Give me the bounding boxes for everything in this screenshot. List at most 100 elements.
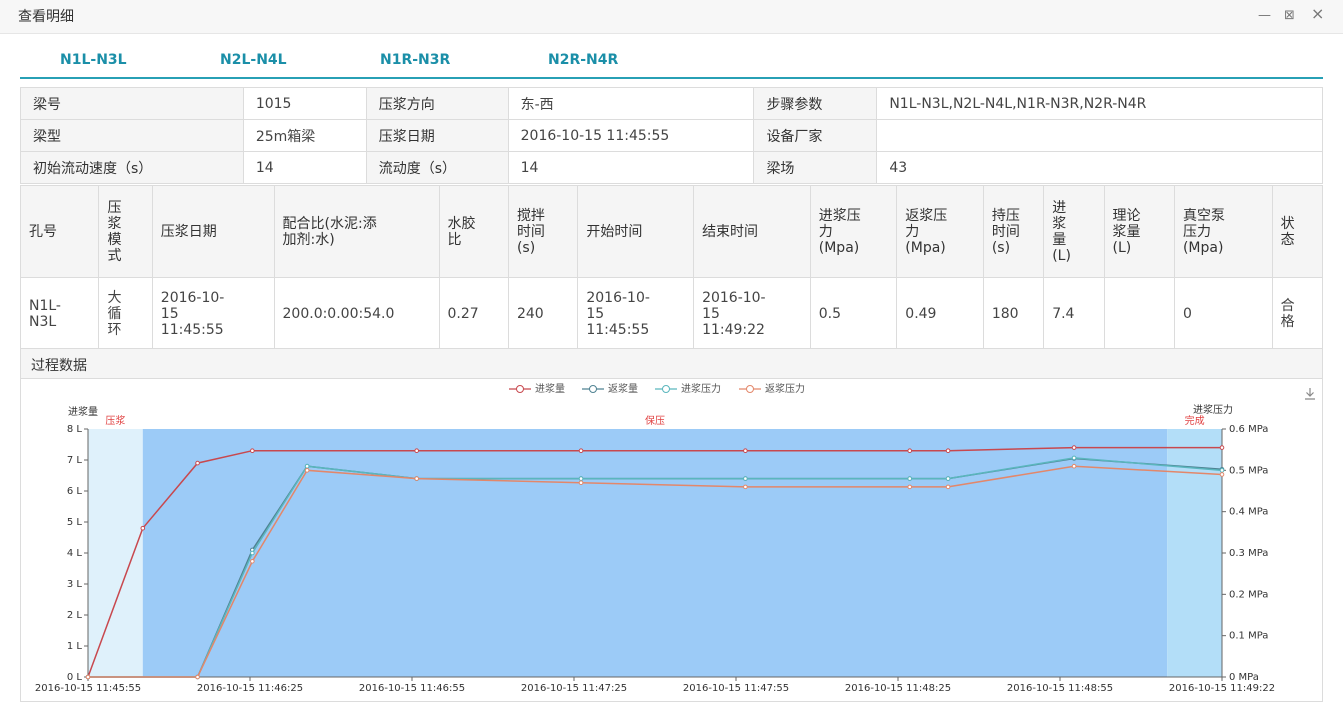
cell-end: 2016-10- 15 11:49:22 bbox=[693, 277, 811, 350]
left-tick-label: 5 L bbox=[67, 517, 83, 528]
x-tick-label: 2016-10-15 11:47:25 bbox=[521, 683, 627, 694]
left-axis-title: 进浆量 bbox=[68, 405, 98, 418]
step-params-label: 步骤参数 bbox=[753, 87, 878, 120]
left-tick-label: 6 L bbox=[67, 486, 83, 497]
cell-in-pressure: 0.5 bbox=[809, 277, 898, 350]
window-title: 查看明细 bbox=[18, 9, 74, 25]
col-stir: 搅拌 时间 (s) bbox=[507, 185, 579, 278]
col-hole: 孔号 bbox=[19, 185, 100, 278]
series-point bbox=[250, 448, 255, 453]
col-theory: 理论 浆量 (L) bbox=[1103, 185, 1175, 278]
cell-vacuum: 0 bbox=[1173, 277, 1273, 350]
series-point bbox=[945, 448, 951, 453]
grout-date-value: 2016-10-15 11:45:55 bbox=[507, 119, 755, 152]
left-tick-label: 8 L bbox=[67, 424, 83, 435]
left-tick-label: 2 L bbox=[67, 610, 83, 621]
grout-date-label: 压浆日期 bbox=[365, 119, 509, 152]
process-data-panel: 过程数据 压浆 保压 完成 进浆量 进浆压力 0 L1 L2 L3 L4 L5 L6 L… bbox=[20, 348, 1323, 702]
legend-label: 进浆压力 bbox=[681, 382, 721, 395]
series-point bbox=[945, 484, 951, 490]
cell-start: 2016-10- 15 11:45:55 bbox=[577, 277, 695, 350]
phase-label: 保压 bbox=[645, 414, 665, 427]
col-status: 状 态 bbox=[1271, 185, 1324, 278]
left-tick-label: 7 L bbox=[67, 455, 83, 466]
series-point bbox=[945, 476, 951, 481]
right-tick-label: 0.5 MPa bbox=[1229, 465, 1268, 476]
detail-header-row: 孔号 压 浆 模 式 压浆日期 配合比(水泥:添 加剂:水) 水胶 比 搅拌 时… bbox=[19, 185, 1324, 278]
series-point bbox=[304, 468, 310, 473]
x-tick-label: 2016-10-15 11:47:55 bbox=[683, 683, 789, 694]
beam-info-table: 梁号 1015 压浆方向 东-西 步骤参数 N1L-N3L,N2L-N4L,N1… bbox=[20, 87, 1323, 184]
minimize-icon[interactable]: — bbox=[1258, 9, 1271, 23]
legend-label: 返浆量 bbox=[608, 382, 638, 395]
x-tick-label: 2016-10-15 11:49:22 bbox=[1169, 683, 1275, 694]
x-tick-label: 2016-10-15 11:48:55 bbox=[1007, 683, 1113, 694]
series-point bbox=[85, 674, 91, 680]
col-start: 开始时间 bbox=[577, 185, 695, 278]
series-point bbox=[1071, 445, 1077, 450]
step-tabs: N1L-N3L N2L-N4L N1R-N3R N2R-N4R bbox=[20, 48, 1323, 79]
cell-mode: 大 循 环 bbox=[98, 277, 153, 350]
right-tick-label: 0.1 MPa bbox=[1229, 631, 1268, 642]
col-volume: 进 浆 量 (L) bbox=[1043, 185, 1105, 278]
tab-n1r-n3r[interactable]: N1R-N3R bbox=[380, 52, 450, 68]
download-icon[interactable] bbox=[1305, 388, 1315, 400]
series-point bbox=[1219, 445, 1225, 450]
legend-label: 进浆量 bbox=[535, 382, 565, 395]
series-point bbox=[1219, 468, 1225, 473]
left-tick-label: 4 L bbox=[67, 548, 83, 559]
cell-date: 2016-10- 15 11:45:55 bbox=[151, 277, 275, 350]
maker-value bbox=[876, 119, 1323, 152]
series-point bbox=[907, 448, 913, 453]
cell-status: 合 格 bbox=[1271, 277, 1324, 350]
process-data-title: 过程数据 bbox=[21, 349, 1322, 379]
tab-n2l-n4l[interactable]: N2L-N4L bbox=[220, 52, 287, 68]
tab-n2r-n4r[interactable]: N2R-N4R bbox=[548, 52, 618, 68]
series-point bbox=[907, 484, 913, 490]
cell-out-pressure: 0.49 bbox=[896, 277, 984, 350]
yard-label: 梁场 bbox=[753, 151, 878, 184]
series-point bbox=[250, 550, 255, 556]
series-point bbox=[743, 448, 748, 453]
series-point bbox=[195, 674, 200, 680]
cell-stir: 240 bbox=[507, 277, 579, 350]
step-params-value: N1L-N3L,N2L-N4L,N1R-N3R,N2R-N4R bbox=[876, 87, 1323, 120]
cell-hold: 180 bbox=[982, 277, 1045, 350]
phase-band bbox=[142, 429, 1168, 677]
x-tick-label: 2016-10-15 11:48:25 bbox=[845, 683, 951, 694]
right-tick-label: 0.6 MPa bbox=[1229, 424, 1268, 435]
grout-dir-value: 东-西 bbox=[507, 87, 755, 120]
col-end: 结束时间 bbox=[693, 185, 811, 278]
tab-n1l-n3l[interactable]: N1L-N3L bbox=[60, 52, 127, 68]
series-point bbox=[743, 476, 748, 481]
x-tick-label: 2016-10-15 11:45:55 bbox=[35, 683, 141, 694]
maker-label: 设备厂家 bbox=[753, 119, 878, 152]
grouting-detail-table: 孔号 压 浆 模 式 压浆日期 配合比(水泥:添 加剂:水) 水胶 比 搅拌 时… bbox=[19, 185, 1324, 350]
legend-marker bbox=[516, 385, 524, 393]
series-point bbox=[1071, 463, 1077, 469]
col-ratio: 配合比(水泥:添 加剂:水) bbox=[273, 185, 440, 278]
beam-type-label: 梁型 bbox=[20, 119, 244, 152]
series-point bbox=[907, 476, 913, 481]
series-point bbox=[578, 448, 584, 453]
x-tick-label: 2016-10-15 11:46:55 bbox=[359, 683, 465, 694]
init-speed-label: 初始流动速度（s） bbox=[20, 151, 244, 184]
cell-hole: N1L- N3L bbox=[19, 277, 100, 350]
close-icon[interactable]: × bbox=[1311, 6, 1324, 22]
col-out-pressure: 返浆压 力 (Mpa) bbox=[896, 185, 984, 278]
process-chart: 压浆 保压 完成 进浆量 进浆压力0 L1 L2 L3 L4 L5 L6 L7 L8 … bbox=[35, 382, 1315, 694]
col-mode: 压 浆 模 式 bbox=[98, 185, 153, 278]
series-point bbox=[1071, 455, 1077, 461]
fluidity-label: 流动度（s） bbox=[365, 151, 509, 184]
table-row: N1L- N3L 大 循 环 2016-10- 15 11:45:55 200.… bbox=[19, 277, 1324, 350]
yard-value: 43 bbox=[876, 151, 1323, 184]
cell-volume: 7.4 bbox=[1043, 277, 1105, 350]
col-vacuum: 真空泵 压力 (Mpa) bbox=[1173, 185, 1273, 278]
legend-marker bbox=[662, 385, 670, 393]
col-hold: 持压 时间 (s) bbox=[982, 185, 1045, 278]
maximize-icon[interactable]: ⊠ bbox=[1284, 9, 1295, 23]
col-in-pressure: 进浆压 力 (Mpa) bbox=[809, 185, 898, 278]
left-tick-label: 1 L bbox=[67, 641, 83, 652]
series-point bbox=[250, 558, 255, 564]
phase-band bbox=[88, 429, 143, 677]
